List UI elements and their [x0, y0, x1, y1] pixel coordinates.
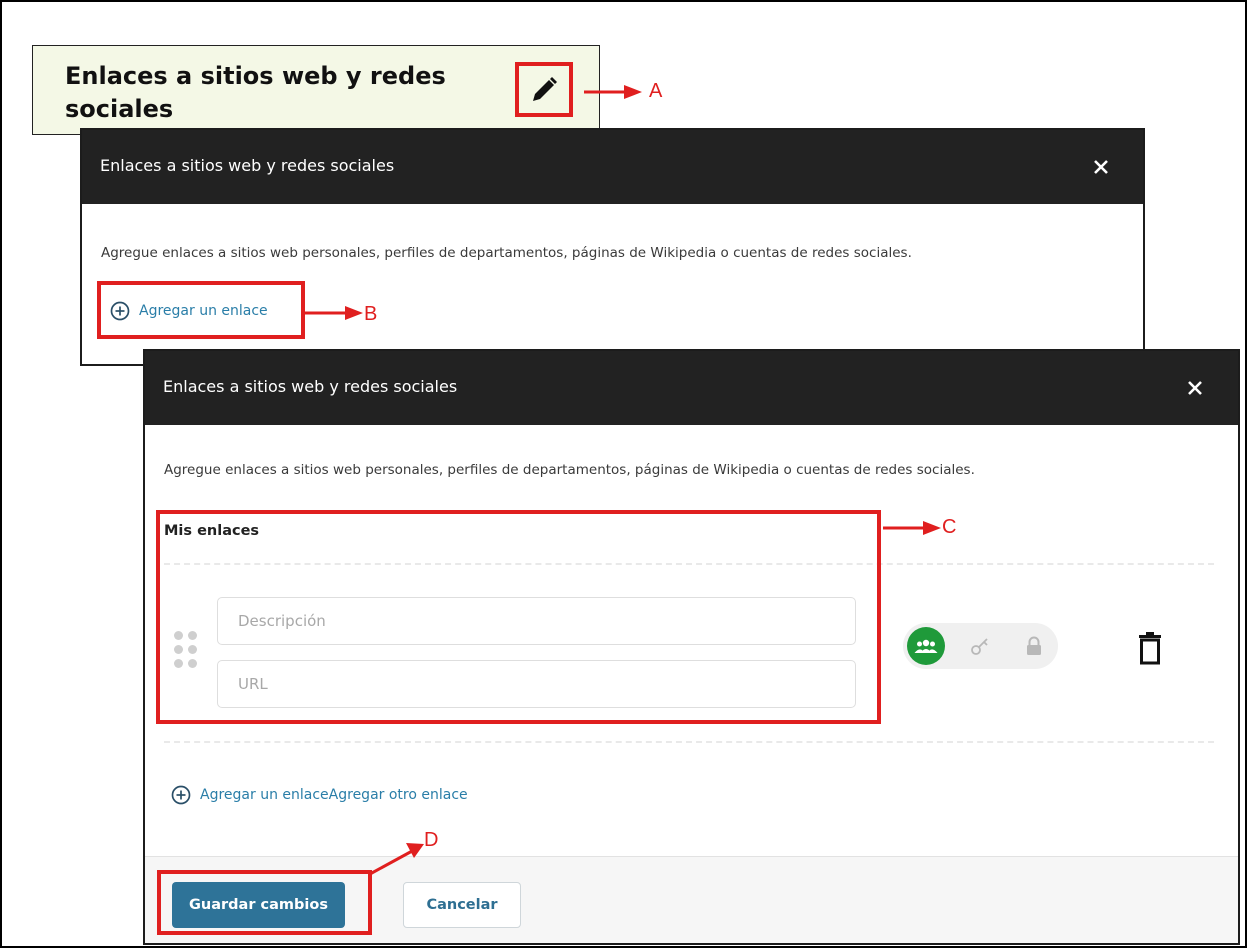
add-link-label: Agregar un enlace [139, 303, 268, 319]
key-icon [971, 638, 988, 655]
visibility-lock-option[interactable] [1015, 627, 1053, 665]
edit-button[interactable] [515, 62, 573, 117]
modal-header: Enlaces a sitios web y redes sociales [145, 351, 1238, 425]
link-description-input[interactable] [217, 597, 856, 645]
annotation-label-a: A [649, 80, 663, 102]
close-button[interactable] [1180, 373, 1210, 403]
modal-title: Enlaces a sitios web y redes sociales [100, 156, 395, 175]
save-changes-button[interactable]: Guardar cambios [172, 882, 345, 928]
plus-circle-icon [171, 785, 191, 805]
close-icon [1188, 381, 1202, 395]
plus-circle-icon [110, 301, 130, 321]
modal-description: Agregue enlaces a sitios web personales,… [101, 245, 912, 261]
visibility-toggle [903, 623, 1058, 669]
annotation-arrow-d [369, 843, 424, 876]
public-icon [914, 639, 938, 653]
add-another-link-button[interactable]: Agregar un enlaceAgregar otro enlace [171, 785, 468, 805]
drag-handle[interactable] [174, 631, 202, 671]
cancel-button[interactable]: Cancelar [403, 882, 521, 928]
link-url-input[interactable] [217, 660, 856, 708]
add-another-link-label: Agregar un enlaceAgregar otro enlace [200, 787, 468, 803]
modal-title: Enlaces a sitios web y redes sociales [163, 377, 458, 396]
annotation-label-d: D [424, 829, 439, 851]
section-title: Enlaces a sitios web y redes sociales [65, 62, 446, 123]
links-modal-front: Enlaces a sitios web y redes sociales Ag… [144, 350, 1239, 944]
divider [164, 563, 1214, 565]
annotation-arrow-a [584, 85, 642, 99]
annotation-arrow-b [305, 306, 363, 320]
modal-description: Agregue enlaces a sitios web personales,… [164, 462, 975, 478]
section-heading-mis-enlaces: Mis enlaces [164, 523, 260, 539]
close-button[interactable] [1086, 152, 1116, 182]
annotation-arrow-c [883, 521, 941, 535]
trash-icon [1139, 632, 1161, 665]
close-icon [1094, 160, 1108, 174]
lock-icon [1027, 636, 1041, 655]
visibility-public-option[interactable] [907, 627, 945, 665]
pencil-icon [533, 76, 557, 101]
visibility-key-option[interactable] [961, 627, 999, 665]
links-modal-back: Enlaces a sitios web y redes sociales Ag… [81, 129, 1144, 365]
annotation-label-c: C [942, 516, 957, 538]
modal-header: Enlaces a sitios web y redes sociales [82, 130, 1143, 204]
delete-link-button[interactable] [1135, 629, 1165, 667]
divider [164, 741, 1214, 743]
add-link-button[interactable]: Agregar un enlace [110, 301, 268, 321]
annotation-label-b: B [364, 303, 378, 325]
